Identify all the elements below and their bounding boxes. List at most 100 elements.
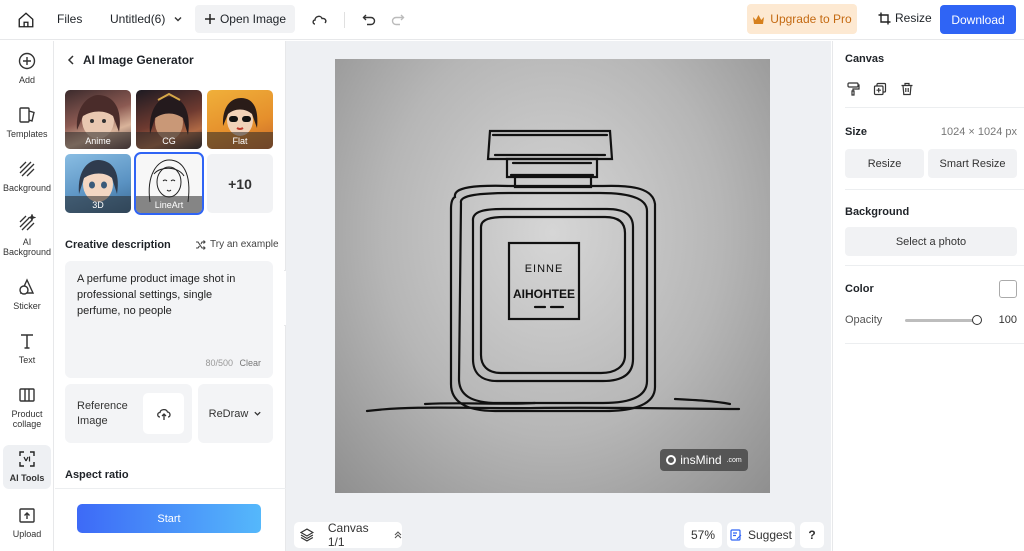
paint-roller-icon xyxy=(847,82,860,96)
upgrade-to-pro-button[interactable]: Upgrade to Pro xyxy=(747,4,857,34)
cloud-save-button[interactable] xyxy=(311,11,329,29)
canvas-pages-control[interactable]: Canvas 1/1 xyxy=(294,521,402,549)
rail-item-ai-tools[interactable]: AI Tools xyxy=(3,445,51,489)
color-swatch[interactable] xyxy=(999,280,1017,298)
style-label: CG xyxy=(136,132,202,149)
rail-label: Sticker xyxy=(13,301,41,311)
templates-icon xyxy=(19,107,35,123)
chevron-down-icon xyxy=(174,17,182,22)
format-paint-button[interactable] xyxy=(845,81,861,97)
top-bar: Files Untitled(6) Open Image Upgrade to … xyxy=(0,0,1024,40)
undo-button[interactable] xyxy=(360,11,378,29)
opacity-slider-handle[interactable] xyxy=(972,315,982,325)
home-button[interactable] xyxy=(16,10,36,30)
rail-item-ai-background[interactable]: AI Background xyxy=(3,213,51,261)
rail-item-upload[interactable]: Upload xyxy=(3,505,51,545)
select-photo-button[interactable]: Select a photo xyxy=(845,227,1017,256)
cloud-icon xyxy=(312,15,327,25)
upload-icon xyxy=(19,508,35,523)
trash-icon xyxy=(901,82,913,96)
rail-label: AI Tools xyxy=(9,473,45,483)
properties-panel: Canvas Size 1024 × 1024 px Resize Smart … xyxy=(832,41,1024,551)
redo-button[interactable] xyxy=(389,11,407,29)
suggest-button[interactable]: Suggest xyxy=(727,522,795,548)
rail-item-product-collage[interactable]: Product collage xyxy=(3,385,51,433)
perfume-bottle-illustration xyxy=(365,129,741,413)
rail-label: AI Background xyxy=(2,237,52,257)
cloud-upload-icon xyxy=(156,408,171,420)
bottle-label-line1: EINNE xyxy=(524,263,564,275)
plus-circle-icon xyxy=(18,52,36,70)
background-icon xyxy=(19,161,35,177)
suggest-edit-icon xyxy=(730,529,742,541)
style-label: LineArt xyxy=(136,196,202,213)
rail-item-templates[interactable]: Templates xyxy=(3,105,51,145)
resize-label: Resize xyxy=(895,11,932,25)
divider xyxy=(845,107,1024,108)
divider xyxy=(845,189,1024,190)
style-tile-lineart[interactable]: LineArt xyxy=(134,152,204,215)
panel-divider xyxy=(55,488,286,489)
redo-icon xyxy=(391,14,405,26)
panel-back-button[interactable]: AI Image Generator xyxy=(67,53,194,67)
style-tile-3d[interactable]: 3D xyxy=(65,154,131,213)
crop-resize-icon xyxy=(878,12,891,24)
style-tile-cg[interactable]: CG xyxy=(136,90,202,149)
rail-label: Templates xyxy=(6,129,48,139)
chevron-left-icon xyxy=(67,55,74,65)
document-title[interactable]: Untitled(6) xyxy=(110,12,183,26)
document-title-label: Untitled(6) xyxy=(110,12,166,26)
ai-background-icon xyxy=(19,214,36,231)
color-title: Color xyxy=(845,283,874,295)
chevron-down-icon xyxy=(254,411,262,416)
style-tile-flat[interactable]: Flat xyxy=(207,90,273,149)
rail-item-text[interactable]: Text xyxy=(3,331,51,371)
redraw-label: ReDraw xyxy=(208,407,249,420)
more-styles-button[interactable]: +10 xyxy=(207,154,273,213)
canvas-image[interactable]: EINNE AIHOHTEE insMind .com xyxy=(335,59,770,493)
canvas-page-label: Canvas 1/1 xyxy=(327,521,369,549)
style-tile-anime[interactable]: Anime xyxy=(65,90,131,149)
duplicate-button[interactable] xyxy=(872,81,888,97)
rail-item-add[interactable]: Add xyxy=(3,51,51,91)
opacity-label: Opacity xyxy=(845,314,883,326)
rail-item-sticker[interactable]: Sticker xyxy=(3,277,51,317)
bottle-label-line2: AIHOHTEE xyxy=(512,287,575,301)
clear-button[interactable]: Clear xyxy=(239,358,261,368)
try-example-button[interactable]: Try an example xyxy=(195,239,279,250)
rail-label: Text xyxy=(18,355,36,365)
redraw-dropdown[interactable]: ReDraw xyxy=(198,384,273,443)
rail-item-background[interactable]: Background xyxy=(3,159,51,199)
plus-icon xyxy=(204,14,215,24)
panel-title: AI Image Generator xyxy=(83,53,194,67)
creative-description-title: Creative description xyxy=(65,239,171,251)
suggest-label: Suggest xyxy=(747,528,793,542)
zoom-level[interactable]: 57% xyxy=(684,522,722,548)
insmind-logo-icon xyxy=(666,455,677,465)
upload-reference-button[interactable] xyxy=(143,393,184,434)
delete-button[interactable] xyxy=(899,81,915,97)
upgrade-label: Upgrade to Pro xyxy=(770,12,852,26)
duplicate-icon xyxy=(873,82,887,96)
undo-icon xyxy=(362,14,376,26)
help-button[interactable]: ? xyxy=(800,522,824,548)
download-button[interactable]: Download xyxy=(940,5,1016,34)
ai-tools-icon xyxy=(19,451,35,467)
start-button[interactable]: Start xyxy=(77,504,261,533)
files-menu[interactable]: Files xyxy=(57,12,82,26)
ai-image-generator-panel: AI Image Generator Anime CG Flat 3D Line… xyxy=(55,41,286,551)
shuffle-icon xyxy=(196,239,206,250)
open-image-button[interactable]: Open Image xyxy=(195,5,295,33)
opacity-slider[interactable] xyxy=(905,315,982,325)
watermark-suffix: .com xyxy=(726,456,742,464)
resize-button[interactable]: Resize xyxy=(878,11,932,25)
open-image-label: Open Image xyxy=(219,12,287,26)
reference-image-box: Reference Image xyxy=(65,384,192,443)
style-label: Flat xyxy=(207,132,273,149)
smart-resize-button[interactable]: Smart Resize xyxy=(928,149,1017,178)
creative-description-input[interactable]: A perfume product image shot in professi… xyxy=(65,261,273,378)
resize-canvas-button[interactable]: Resize xyxy=(845,149,924,178)
divider xyxy=(845,265,1024,266)
aspect-ratio-title: Aspect ratio xyxy=(65,469,129,481)
watermark-text: insMind xyxy=(680,453,722,467)
